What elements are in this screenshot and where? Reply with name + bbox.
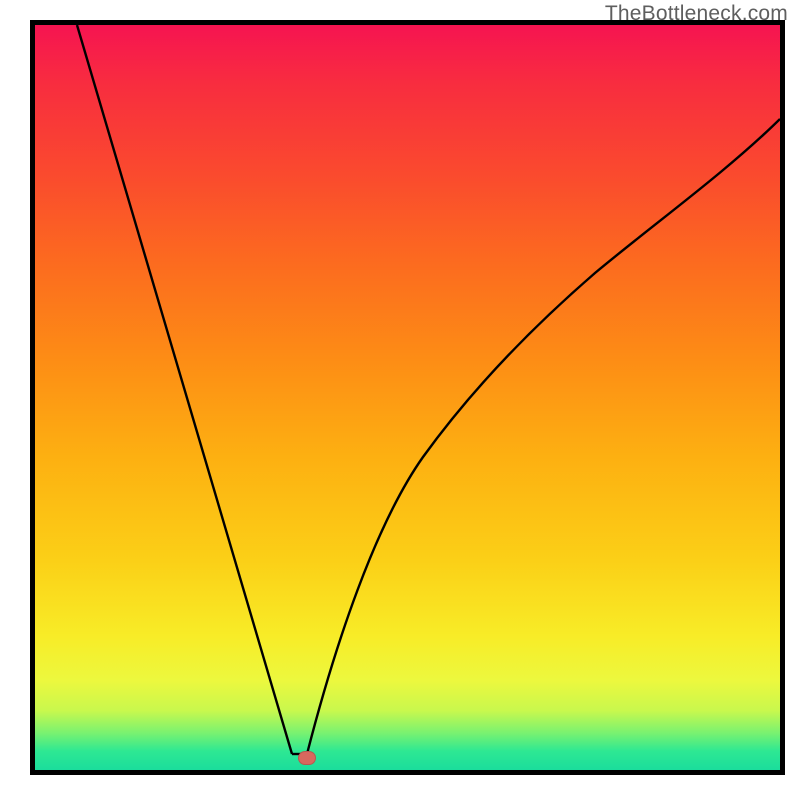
curve-right-branch — [307, 119, 780, 754]
curve-layer — [35, 25, 780, 770]
curve-left-branch — [77, 25, 292, 754]
watermark-text: TheBottleneck.com — [605, 2, 788, 26]
bottleneck-marker — [298, 751, 316, 765]
plot-area — [35, 25, 780, 770]
plot-outer-frame — [30, 20, 785, 775]
